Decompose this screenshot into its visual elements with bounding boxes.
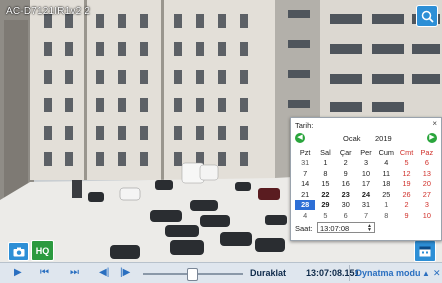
zoom-button[interactable]: [416, 5, 438, 27]
camera-icon: [13, 247, 24, 256]
playback-status: Duraklat: [250, 268, 287, 278]
calendar-day[interactable]: 5: [396, 158, 416, 169]
calendar-day[interactable]: 14: [295, 179, 315, 190]
calendar-day[interactable]: 6: [417, 158, 437, 169]
close-icon[interactable]: ×: [432, 119, 437, 128]
month-label[interactable]: Ocak: [343, 134, 361, 143]
calendar-day[interactable]: 29: [315, 200, 335, 211]
calendar-day[interactable]: 17: [356, 179, 376, 190]
calendar-day[interactable]: 9: [396, 210, 416, 221]
calendar-day[interactable]: 24: [356, 189, 376, 200]
calendar-day[interactable]: 23: [336, 189, 356, 200]
playback-timestamp: 13:07:08.151: [306, 268, 360, 278]
calendar-day[interactable]: 3: [417, 200, 437, 211]
time-input[interactable]: 13:07:08 ▲ ▼: [317, 222, 375, 233]
snapshot-button[interactable]: [8, 242, 29, 261]
calendar-day[interactable]: 8: [315, 168, 335, 179]
calendar-day[interactable]: 4: [376, 158, 396, 169]
close-icon[interactable]: ✕: [433, 267, 441, 279]
calendar-day[interactable]: 8: [376, 210, 396, 221]
calendar-day[interactable]: 10: [417, 210, 437, 221]
date-picker: Tarih: × ◀ Ocak 2019 ▶ Pzt Sal Çar Per C…: [290, 117, 442, 241]
zoom-icon: [421, 10, 434, 23]
calendar-day[interactable]: 13: [417, 168, 437, 179]
weekday-header: Paz: [420, 147, 434, 157]
calendar-day[interactable]: 3: [356, 158, 376, 169]
calendar-day[interactable]: 30: [336, 200, 356, 211]
calendar-day-selected[interactable]: 28: [295, 199, 316, 210]
weekday-header: Pzt: [299, 147, 311, 157]
calendar-day[interactable]: 7: [356, 210, 376, 221]
play-icon[interactable]: ▶: [14, 267, 22, 279]
calendar-day[interactable]: 20: [417, 179, 437, 190]
hq-button[interactable]: HQ: [31, 240, 54, 261]
camera-name: AC-D7121IR1v2 2: [6, 6, 91, 17]
weekday-header: Per: [360, 147, 372, 157]
calendar-day[interactable]: 12: [396, 168, 416, 179]
calendar-day[interactable]: 5: [315, 210, 335, 221]
time-value: 13:07:08: [320, 224, 350, 233]
rewind-icon[interactable]: ⏮: [40, 267, 49, 279]
calendar-button[interactable]: [414, 240, 436, 262]
weekday-header: Cmt: [399, 147, 414, 157]
chevron-up-icon[interactable]: ▲: [422, 268, 430, 280]
time-row: Saat: 13:07:08 ▲ ▼: [295, 222, 375, 233]
calendar-day[interactable]: 9: [336, 168, 356, 179]
step-forward-icon[interactable]: |▶: [120, 267, 130, 279]
calendar-day[interactable]: 31: [295, 158, 315, 169]
calendar-day[interactable]: 10: [356, 168, 376, 179]
next-month-icon[interactable]: ▶: [427, 133, 437, 143]
calendar-day[interactable]: 19: [396, 179, 416, 190]
calendar-day[interactable]: 22: [315, 189, 335, 200]
time-label: Saat:: [295, 224, 313, 233]
calendar-day[interactable]: 2: [396, 200, 416, 211]
calendar-day[interactable]: 15: [315, 179, 335, 190]
month-navigation: ◀ Ocak 2019 ▶: [295, 133, 437, 145]
year-label[interactable]: 2019: [375, 134, 392, 143]
calendar-day[interactable]: 11: [376, 168, 396, 179]
step-back-icon[interactable]: ◀|: [99, 267, 109, 279]
calendar-day[interactable]: 6: [336, 210, 356, 221]
camera-view[interactable]: AC-D7121IR1v2 2 HQ Tarih: × ◀ Ocak 2019: [0, 0, 442, 262]
calendar-day[interactable]: 4: [295, 210, 315, 221]
previous-month-icon[interactable]: ◀: [295, 133, 305, 143]
weekday-header: Cum: [378, 147, 394, 157]
calendar-day[interactable]: 18: [376, 179, 396, 190]
time-spinner-icon[interactable]: ▲ ▼: [367, 224, 373, 233]
calendar-grid: Pzt Sal Çar Per Cum Cmt Paz 31 1 2 3 4 5: [295, 147, 437, 221]
playback-slider-handle[interactable]: [187, 268, 198, 281]
calendar-icon: [419, 246, 431, 257]
weekday-header: Çar: [339, 147, 352, 157]
calendar-day[interactable]: 7: [295, 168, 315, 179]
calendar-day[interactable]: 31: [356, 200, 376, 211]
calendar-day[interactable]: 2: [336, 158, 356, 169]
calendar-day[interactable]: 1: [376, 200, 396, 211]
calendar-day[interactable]: 1: [315, 158, 335, 169]
weekday-header: Sal: [320, 147, 331, 157]
playback-control-bar: ▶ ⏮ ⏭ ◀| |▶ Duraklat 13:07:08.151 Oynatm…: [0, 262, 442, 283]
divider: [349, 265, 350, 281]
calendar-day[interactable]: 16: [336, 179, 356, 190]
fast-forward-icon[interactable]: ⏭: [70, 267, 79, 279]
calendar-day[interactable]: 27: [417, 189, 437, 200]
calendar-day[interactable]: 25: [376, 189, 396, 200]
calendar-day[interactable]: 21: [295, 189, 315, 200]
picker-title: Tarih:: [295, 121, 314, 130]
playback-mode-label[interactable]: Oynatma modu: [355, 268, 421, 278]
calendar-day[interactable]: 26: [396, 189, 416, 200]
